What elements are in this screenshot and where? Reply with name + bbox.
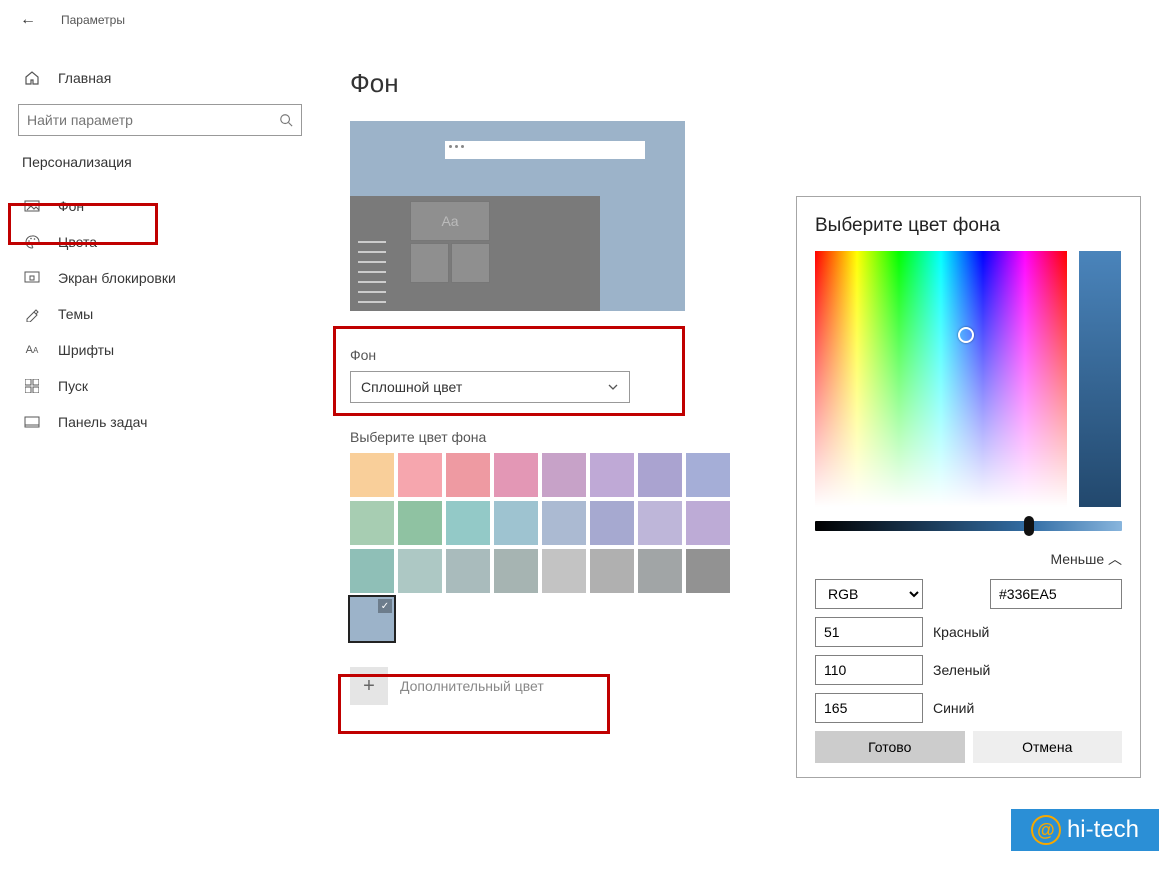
start-icon	[22, 379, 42, 393]
dropdown-value: Сплошной цвет	[361, 379, 462, 395]
color-swatch[interactable]	[494, 453, 538, 497]
slider-knob[interactable]	[1024, 516, 1034, 536]
color-swatch[interactable]	[686, 453, 730, 497]
color-swatch[interactable]	[398, 501, 442, 545]
swatch-grid	[350, 453, 734, 641]
ok-button[interactable]: Готово	[815, 731, 965, 763]
sidebar-item-fonts[interactable]: AA Шрифты	[10, 332, 310, 368]
picker-title: Выберите цвет фона	[815, 215, 1122, 237]
color-swatch[interactable]	[446, 501, 490, 545]
color-swatch[interactable]	[638, 549, 682, 593]
sidebar-item-themes[interactable]: Темы	[10, 296, 310, 332]
color-swatch[interactable]	[686, 549, 730, 593]
sidebar-item-label: Экран блокировки	[58, 270, 176, 286]
blue-input[interactable]	[815, 693, 923, 723]
sidebar-item-start[interactable]: Пуск	[10, 368, 310, 404]
sidebar: Главная Персонализация Фон Цвета Экран б…	[0, 40, 320, 871]
sidebar-item-label: Темы	[58, 306, 93, 322]
red-label: Красный	[933, 624, 989, 640]
fonts-icon: AA	[22, 344, 42, 356]
color-swatch[interactable]	[638, 501, 682, 545]
color-swatch[interactable]	[446, 453, 490, 497]
sidebar-item-background[interactable]: Фон	[10, 188, 310, 224]
color-swatch[interactable]	[542, 549, 586, 593]
green-label: Зеленый	[933, 662, 990, 678]
color-swatch[interactable]	[398, 453, 442, 497]
color-spectrum[interactable]	[815, 251, 1067, 507]
color-model-select[interactable]: RGBHSV	[815, 579, 923, 609]
home-icon	[22, 70, 42, 86]
lockscreen-icon	[22, 270, 42, 286]
color-swatch[interactable]	[446, 549, 490, 593]
sidebar-section-label: Персонализация	[10, 154, 310, 188]
color-swatch[interactable]	[590, 549, 634, 593]
sidebar-item-label: Фон	[58, 198, 84, 214]
sidebar-item-label: Шрифты	[58, 342, 114, 358]
preview-tile-sample: Aa	[410, 201, 490, 241]
less-label: Меньше	[1050, 551, 1104, 567]
sidebar-item-label: Цвета	[58, 234, 97, 250]
red-input[interactable]	[815, 617, 923, 647]
color-swatch[interactable]	[542, 501, 586, 545]
search-input-wrapper[interactable]	[18, 104, 302, 136]
less-toggle[interactable]: Меньше ︿	[815, 549, 1122, 569]
sidebar-item-label: Пуск	[58, 378, 88, 394]
search-icon	[279, 113, 293, 127]
color-swatch[interactable]	[398, 549, 442, 593]
page-title: Фон	[350, 68, 1159, 99]
sidebar-item-label: Панель задач	[58, 414, 147, 430]
search-input[interactable]	[27, 112, 279, 128]
preview-window	[445, 141, 645, 159]
taskbar-icon	[22, 414, 42, 430]
watermark-text: hi-tech	[1067, 816, 1139, 844]
blue-label: Синий	[933, 700, 974, 716]
at-icon: @	[1031, 815, 1061, 845]
themes-icon	[22, 306, 42, 322]
sidebar-home-label: Главная	[58, 70, 111, 86]
color-swatch[interactable]	[350, 597, 394, 641]
chevron-down-icon	[607, 381, 619, 393]
color-swatch[interactable]	[590, 453, 634, 497]
color-swatch[interactable]	[350, 549, 394, 593]
color-swatch[interactable]	[350, 453, 394, 497]
window-title: Параметры	[61, 13, 125, 27]
color-picker-panel: Выберите цвет фона Меньше ︿ RGBHSV Красн…	[796, 196, 1141, 778]
green-input[interactable]	[815, 655, 923, 685]
background-type-dropdown[interactable]: Сплошной цвет	[350, 371, 630, 403]
color-swatch[interactable]	[686, 501, 730, 545]
luminosity-bar[interactable]	[1079, 251, 1121, 507]
sidebar-item-taskbar[interactable]: Панель задач	[10, 404, 310, 440]
color-swatch[interactable]	[590, 501, 634, 545]
watermark: @ hi-tech	[1011, 809, 1159, 851]
color-swatch[interactable]	[494, 501, 538, 545]
value-slider[interactable]	[815, 521, 1122, 531]
sidebar-item-colors[interactable]: Цвета	[10, 224, 310, 260]
back-arrow-icon[interactable]: ←	[20, 11, 36, 29]
sidebar-item-lockscreen[interactable]: Экран блокировки	[10, 260, 310, 296]
color-swatch[interactable]	[638, 453, 682, 497]
palette-icon	[22, 234, 42, 250]
color-swatch[interactable]	[494, 549, 538, 593]
desktop-preview: Aa	[350, 121, 685, 311]
color-swatch[interactable]	[350, 501, 394, 545]
cancel-button[interactable]: Отмена	[973, 731, 1123, 763]
plus-icon: +	[350, 667, 388, 705]
picture-icon	[22, 198, 42, 214]
sidebar-home[interactable]: Главная	[10, 60, 310, 96]
spectrum-knob[interactable]	[958, 327, 974, 343]
add-color-label: Дополнительный цвет	[400, 678, 544, 694]
hex-input[interactable]	[990, 579, 1122, 609]
chevron-up-icon: ︿	[1108, 551, 1122, 567]
color-swatch[interactable]	[542, 453, 586, 497]
